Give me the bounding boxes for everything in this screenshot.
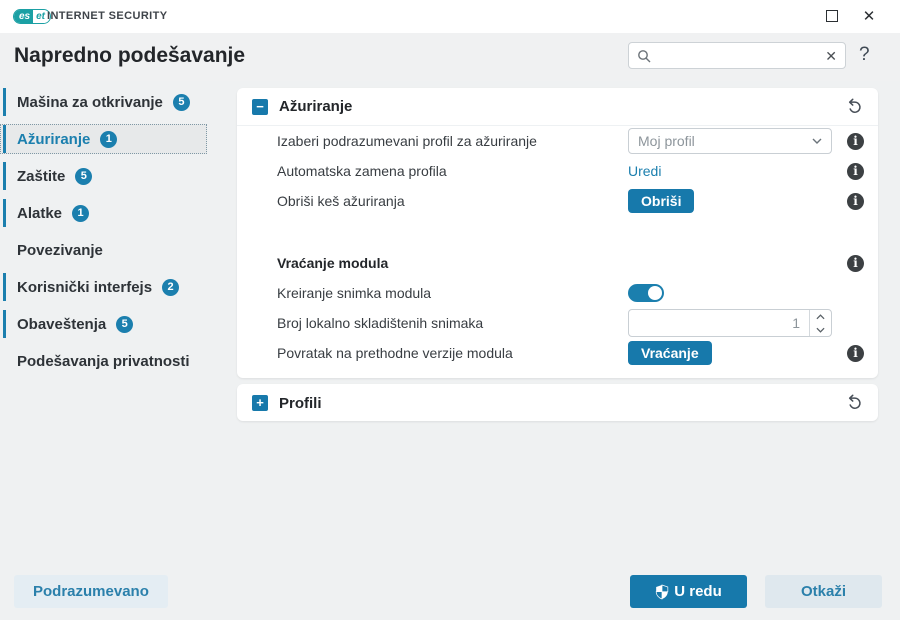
sidebar: Mašina za otkrivanje 5 Ažuriranje 1 Zašt… (0, 87, 230, 383)
setting-row-snapshot-toggle: Kreiranje snimka modula (237, 278, 878, 308)
sidebar-item-zastite[interactable]: Zaštite 5 (0, 161, 207, 191)
rollback-button[interactable]: Vraćanje (628, 341, 712, 365)
sidebar-item-label: Zaštite (17, 167, 66, 185)
setting-row-rollback: Povratak na prethodne verzije modula Vra… (237, 338, 878, 368)
update-section-header[interactable]: − Ažuriranje (237, 88, 878, 126)
revert-icon[interactable] (844, 393, 864, 413)
sidebar-item-label: Obaveštenja (17, 315, 107, 333)
setting-row-profile-switch: Automatska zamena profila Uredi i (237, 156, 878, 186)
sidebar-item-label: Alatke (17, 204, 63, 222)
sidebar-item-label: Ažuriranje (17, 130, 91, 148)
close-button[interactable]: ✕ (858, 5, 880, 27)
setting-row-snapshot-count: Broj lokalno skladištenih snimaka 1 (237, 308, 878, 338)
toggle-knob (648, 286, 662, 300)
spinner-up-icon[interactable] (810, 310, 831, 323)
count-badge: 5 (116, 315, 134, 333)
count-badge: 5 (75, 167, 93, 185)
ok-button-label: U redu (674, 583, 722, 600)
profiles-section-card: + Profili (237, 384, 878, 421)
spinner-down-icon[interactable] (810, 323, 831, 336)
clear-cache-button[interactable]: Obriši (628, 189, 695, 213)
product-name: INTERNET SECURITY (47, 10, 168, 22)
default-button[interactable]: Podrazumevano (14, 575, 168, 608)
sidebar-item-label: Povezivanje (17, 241, 103, 259)
count-badge: 1 (100, 130, 118, 148)
expand-icon[interactable]: + (252, 395, 268, 411)
help-icon[interactable]: ? (859, 44, 870, 66)
sidebar-item-podesavanja-privatnosti[interactable]: Podešavanja privatnosti (0, 346, 207, 376)
accent-bar (3, 88, 6, 116)
count-badge: 5 (172, 93, 190, 111)
ok-button[interactable]: U redu (630, 575, 747, 608)
accent-bar (3, 125, 6, 153)
eset-logo-left: es (14, 10, 34, 23)
sidebar-item-masina-za-otkrivanje[interactable]: Mašina za otkrivanje 5 (0, 87, 207, 117)
cancel-button[interactable]: Otkaži (765, 575, 882, 608)
sidebar-item-povezivanje[interactable]: Povezivanje (0, 235, 207, 265)
section-title: Profili (279, 394, 322, 412)
page-title: Napredno podešavanje (14, 44, 246, 67)
sidebar-item-label: Korisnički interfejs (17, 278, 153, 296)
subsection-header-module-rollback: Vraćanje modula i (237, 248, 878, 278)
edit-link[interactable]: Uredi (628, 163, 661, 179)
collapse-icon[interactable]: − (252, 98, 268, 115)
search-input[interactable] (657, 48, 820, 63)
setting-row-clear-cache: Obriši keš ažuriranja Obriši i (237, 186, 878, 216)
profiles-section-header[interactable]: + Profili (237, 384, 878, 422)
chevron-down-icon (812, 138, 822, 144)
sidebar-item-korisnicki-interfejs[interactable]: Korisnički interfejs 2 (0, 272, 207, 302)
setting-label: Automatska zamena profila (277, 163, 447, 179)
info-icon[interactable]: i (847, 132, 864, 150)
setting-label: Kreiranje snimka modula (277, 285, 432, 301)
info-icon[interactable]: i (847, 344, 864, 362)
setting-label: Obriši keš ažuriranja (277, 193, 405, 209)
profile-select-value: Moj profil (638, 133, 695, 149)
setting-label: Izaberi podrazumevani profil za ažuriran… (277, 133, 537, 149)
search-icon (638, 49, 651, 62)
snapshot-toggle[interactable] (628, 284, 664, 302)
sidebar-item-obavestenja[interactable]: Obaveštenja 5 (0, 309, 207, 339)
search-clear-icon[interactable]: ✕ (825, 49, 837, 63)
count-badge: 1 (72, 204, 90, 222)
eset-logo-icon: es et (13, 9, 52, 24)
uac-shield-icon (656, 584, 669, 599)
titlebar: es et INTERNET SECURITY ✕ (0, 0, 900, 33)
revert-icon[interactable] (844, 97, 864, 117)
accent-bar (3, 199, 6, 227)
setting-label: Broj lokalno skladištenih snimaka (277, 315, 484, 331)
maximize-button[interactable] (826, 10, 838, 22)
update-section-card: − Ažuriranje Izaberi podrazumevani profi… (237, 88, 878, 378)
subsection-title: Vraćanje modula (277, 255, 389, 271)
sidebar-item-azuriranje[interactable]: Ažuriranje 1 (0, 124, 207, 154)
info-icon[interactable]: i (847, 192, 864, 210)
accent-bar (3, 273, 6, 301)
profile-select[interactable]: Moj profil (628, 128, 832, 154)
setting-label: Povratak na prethodne verzije modula (277, 345, 513, 361)
sidebar-item-label: Mašina za otkrivanje (17, 93, 163, 111)
sidebar-item-alatke[interactable]: Alatke 1 (0, 198, 207, 228)
info-icon[interactable]: i (847, 162, 864, 180)
setting-row-profile: Izaberi podrazumevani profil za ažuriran… (237, 126, 878, 156)
number-spinner (809, 310, 831, 336)
sidebar-item-label: Podešavanja privatnosti (17, 352, 190, 370)
snapshot-count-input[interactable]: 1 (628, 309, 832, 337)
section-title: Ažuriranje (279, 98, 353, 115)
snapshot-count-value: 1 (792, 315, 800, 331)
count-badge: 2 (162, 278, 180, 296)
search-box[interactable]: ✕ (628, 42, 846, 69)
info-icon[interactable]: i (847, 254, 864, 272)
accent-bar (3, 162, 6, 190)
accent-bar (3, 310, 6, 338)
